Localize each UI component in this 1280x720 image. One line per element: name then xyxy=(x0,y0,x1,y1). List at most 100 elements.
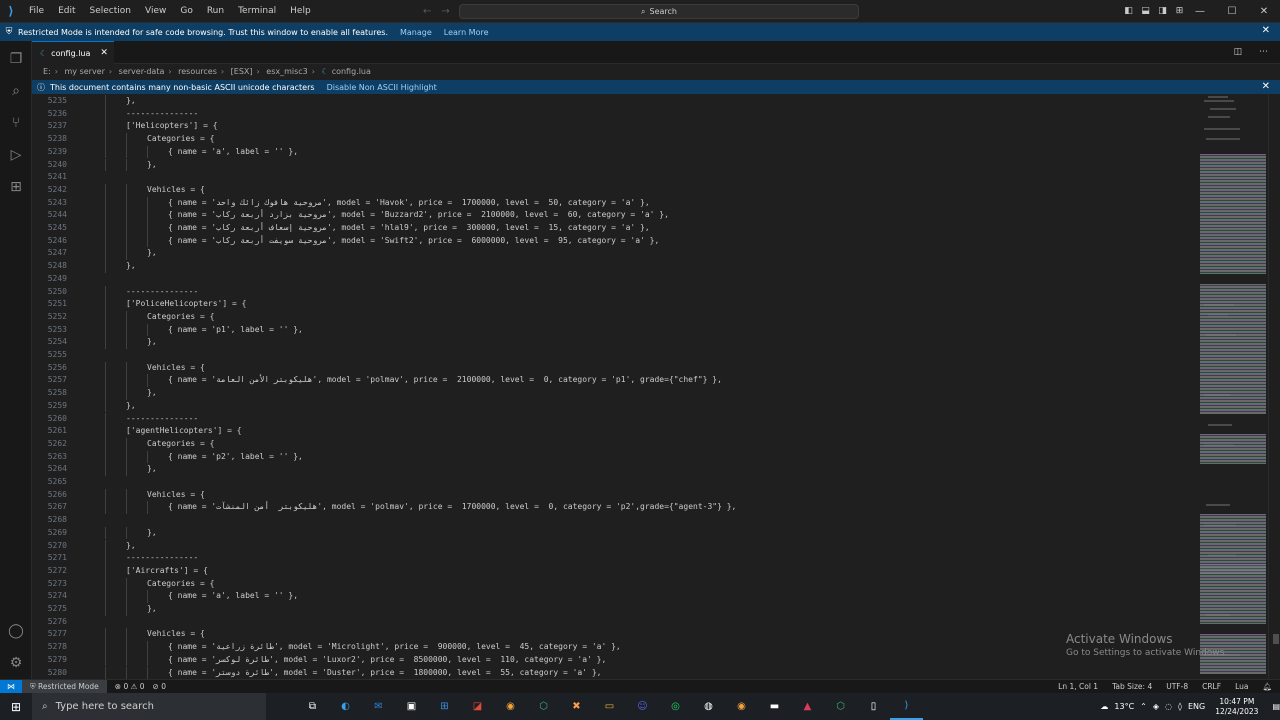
code-line[interactable]: 5261 ['agentHelicopters'] = { xyxy=(32,425,1200,438)
code-line[interactable]: 5241 xyxy=(32,171,1200,184)
end-of-line[interactable]: CRLF xyxy=(1202,680,1221,694)
taskbar-search[interactable]: ⌕ Type here to search xyxy=(32,693,266,720)
run-debug-icon[interactable]: ▷ xyxy=(0,139,32,171)
vertical-scrollbar[interactable] xyxy=(1268,94,1280,679)
code-line[interactable]: 5263 { name = 'p2', label = '' }, xyxy=(32,450,1200,464)
more-actions-icon[interactable]: ⋯ xyxy=(1259,47,1268,57)
windows-start-icon[interactable]: ⊞ xyxy=(0,700,32,714)
code-line[interactable]: 5235}, xyxy=(32,95,1200,108)
hs-app-alt-icon[interactable]: ⬡ xyxy=(824,693,857,720)
menu-terminal[interactable]: Terminal xyxy=(231,0,283,23)
terminal-icon[interactable]: ▬ xyxy=(758,693,791,720)
breadcrumb-item[interactable]: [ESX] xyxy=(231,67,253,76)
close-icon[interactable]: ✕ xyxy=(1262,25,1270,36)
code-line[interactable]: 5249 xyxy=(32,273,1200,286)
code-line[interactable]: 5253 { name = 'p1', label = '' }, xyxy=(32,323,1200,337)
command-center-search[interactable]: ⌕ Search xyxy=(459,4,859,19)
clock[interactable]: 10:47 PM 12/24/2023 xyxy=(1215,697,1258,717)
weather-icon[interactable]: ☁ xyxy=(1100,702,1108,711)
task-view-icon[interactable]: ⧉ xyxy=(296,693,329,720)
tab-config-lua[interactable]: ☾ config.lua ✕ xyxy=(32,41,114,64)
code-line[interactable]: 5260 --------------- xyxy=(32,412,1200,426)
settings-gear-icon[interactable]: ⚙ xyxy=(0,647,32,679)
code-line[interactable]: 5257 { name = 'هليكوبتر الأمن العامة', mo… xyxy=(32,374,1200,388)
network-icon[interactable]: ◌ xyxy=(1165,702,1172,711)
code-line[interactable]: 5264}, xyxy=(32,463,1200,476)
app-a-icon[interactable]: ▲ xyxy=(791,693,824,720)
menu-help[interactable]: Help xyxy=(283,0,318,23)
vscode-taskbar-icon[interactable]: ⟩ xyxy=(890,693,923,720)
code-line[interactable]: 5274 { name = 'a', label = '' }, xyxy=(32,590,1200,603)
code-line[interactable]: 5250 --------------- xyxy=(32,285,1200,299)
spotify-icon[interactable]: ◎ xyxy=(659,693,692,720)
hs-app-icon[interactable]: ⬡ xyxy=(527,693,560,720)
problems-status[interactable]: ⊗ 0 ⚠ 0 xyxy=(115,682,145,691)
code-line[interactable]: 5256 Vehicles = { xyxy=(32,361,1200,375)
code-line[interactable]: 5243 { name = 'مروحية هافوك زائك واحد', m… xyxy=(32,196,1200,210)
code-line[interactable]: 5259}, xyxy=(32,399,1200,413)
chrome-alt-icon[interactable]: ◉ xyxy=(725,693,758,720)
code-line[interactable]: 5279 { name = 'طائرة لوكسر', model = 'Lux… xyxy=(32,653,1200,667)
manage-link[interactable]: Manage xyxy=(400,28,432,37)
mail-icon[interactable]: ✉ xyxy=(362,693,395,720)
code-line[interactable]: 5262 Categories = { xyxy=(32,437,1200,451)
close-tab-icon[interactable]: ✕ xyxy=(100,48,108,58)
code-line[interactable]: 5273 Categories = { xyxy=(32,577,1200,591)
code-line[interactable]: 5266 Vehicles = { xyxy=(32,488,1200,502)
breadcrumb-item[interactable]: resources xyxy=(178,67,217,76)
scrollbar-thumb[interactable] xyxy=(1273,634,1279,644)
back-arrow-icon[interactable]: ← xyxy=(423,6,431,17)
breadcrumb-item[interactable]: config.lua xyxy=(332,67,371,76)
code-line[interactable]: 5244 { name = 'مروحية بزارد أربعة ركاب', … xyxy=(32,209,1200,222)
code-line[interactable]: 5247}, xyxy=(32,247,1200,261)
store-icon[interactable]: ⊞ xyxy=(428,693,461,720)
breadcrumb-item[interactable]: E: xyxy=(43,67,51,76)
code-line[interactable]: 5278 { name = 'طائرة زراعية', model = 'Mi… xyxy=(32,641,1200,654)
code-line[interactable]: 5269}, xyxy=(32,526,1200,540)
code-line[interactable]: 5267 { name = 'هليكوبتر أمن المنشآت', mod… xyxy=(32,501,1200,515)
xampp-icon[interactable]: ✖ xyxy=(560,693,593,720)
edge-icon[interactable]: ◐ xyxy=(329,693,362,720)
breadcrumb-item[interactable]: my server xyxy=(65,67,105,76)
close-icon[interactable]: ✕ xyxy=(1262,81,1270,92)
minimize-icon[interactable]: — xyxy=(1184,0,1216,23)
breadcrumb-item[interactable]: esx_misc3 xyxy=(266,67,308,76)
code-line[interactable]: 5239 { name = 'a', label = '' }, xyxy=(32,145,1200,159)
code-line[interactable]: 5258}, xyxy=(32,387,1200,400)
remote-icon[interactable]: ⋈ xyxy=(0,679,22,694)
tab-size[interactable]: Tab Size: 4 xyxy=(1112,680,1152,694)
code-line[interactable]: 5268 xyxy=(32,514,1200,527)
github-icon[interactable]: ◍ xyxy=(692,693,725,720)
code-line[interactable]: 5252 Categories = { xyxy=(32,310,1200,324)
code-line[interactable]: 5275}, xyxy=(32,603,1200,616)
code-line[interactable]: 5277 Vehicles = { xyxy=(32,628,1200,642)
code-line[interactable]: 5254}, xyxy=(32,336,1200,349)
code-line[interactable]: 5276 xyxy=(32,616,1200,629)
notepad-icon[interactable]: ▯ xyxy=(857,693,890,720)
code-line[interactable]: 5246 { name = 'مروحية سويفت أربعة ركاب', … xyxy=(32,234,1200,248)
minimap[interactable] xyxy=(1200,94,1268,679)
menu-file[interactable]: File xyxy=(22,0,51,23)
weather-temp[interactable]: 13°C xyxy=(1114,702,1134,711)
code-line[interactable]: 5248}, xyxy=(32,260,1200,273)
ports-status[interactable]: ⊘ 0 xyxy=(153,682,166,691)
media-icon[interactable]: ▣ xyxy=(395,693,428,720)
toggle-secondary-sidebar-icon[interactable]: ◨ xyxy=(1154,0,1171,23)
maximize-icon[interactable]: ☐ xyxy=(1216,0,1248,23)
menu-selection[interactable]: Selection xyxy=(83,0,138,23)
code-line[interactable]: 5240}, xyxy=(32,158,1200,172)
cursor-position[interactable]: Ln 1, Col 1 xyxy=(1058,680,1098,694)
menu-view[interactable]: View xyxy=(138,0,173,23)
code-line[interactable]: 5245 { name = 'مروحية إسعاف أربعة ركاب', … xyxy=(32,222,1200,235)
code-editor[interactable]: 5235}, 5236 --------------- 5237 ['Helicopte… xyxy=(32,94,1200,679)
file-explorer-icon[interactable]: ▭ xyxy=(593,693,626,720)
forward-arrow-icon[interactable]: → xyxy=(441,6,449,17)
breadcrumb-item[interactable]: server-data xyxy=(119,67,165,76)
extensions-icon[interactable]: ⊞ xyxy=(0,171,32,203)
notification-center-icon[interactable]: ▤ xyxy=(1272,702,1280,711)
menu-edit[interactable]: Edit xyxy=(51,0,82,23)
language-indicator[interactable]: ENG xyxy=(1188,702,1205,711)
code-line[interactable]: 5272 ['Aircrafts'] = { xyxy=(32,564,1200,578)
code-line[interactable]: 5238 Categories = { xyxy=(32,133,1200,146)
chevron-up-icon[interactable]: ⌃ xyxy=(1140,702,1147,711)
